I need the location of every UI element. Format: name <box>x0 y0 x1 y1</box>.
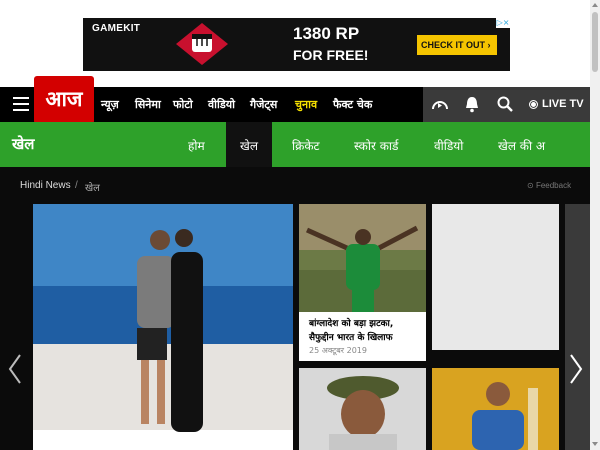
breadcrumb-separator: / <box>75 180 78 191</box>
nav-item-fact-check[interactable]: फैक्ट चेक <box>333 97 372 112</box>
live-tv-label: LIVE TV <box>542 98 584 110</box>
story-card[interactable] <box>432 368 559 450</box>
main-nav: आज तक न्यूज़ सिनेमा फोटो वीडियो गैजेट्स … <box>0 76 590 157</box>
site-logo[interactable]: आज तक <box>34 76 94 157</box>
tab-home[interactable]: होम <box>188 137 205 154</box>
nav-item-elections[interactable]: चुनाव <box>295 97 317 112</box>
nav-item-photo[interactable]: फोटो <box>173 97 193 112</box>
adchoices-icon[interactable]: ▷× <box>496 18 510 28</box>
feedback-icon: ⊙ <box>527 181 536 190</box>
chevron-left-icon[interactable] <box>6 352 24 386</box>
scrollbar-thumb[interactable] <box>592 12 598 72</box>
breadcrumb-home[interactable]: Hindi News <box>20 180 71 191</box>
story-card-partial[interactable] <box>565 204 590 450</box>
hero-story-card[interactable] <box>33 204 293 450</box>
scroll-up-icon[interactable] <box>592 3 598 7</box>
story-image <box>299 368 426 450</box>
breadcrumb-current: खेल <box>85 183 100 194</box>
story-card[interactable] <box>299 368 426 450</box>
nav-item-news[interactable]: न्यूज़ <box>101 97 119 112</box>
speedometer-icon <box>432 101 448 110</box>
ad-subline: FOR FREE! <box>293 47 369 63</box>
menu-icon[interactable] <box>13 97 29 111</box>
tab-cricket[interactable]: क्रिकेट <box>292 137 320 154</box>
scrollbar[interactable] <box>590 0 600 450</box>
story-image <box>299 204 426 312</box>
feedback-label: Feedback <box>535 181 572 190</box>
feedback-link[interactable]: ⊙ Feedback <box>527 181 571 190</box>
story-date: 25 अक्टूबर 2019 <box>309 346 367 355</box>
search-icon <box>497 96 513 112</box>
story-image <box>432 368 559 450</box>
live-tv-button[interactable]: LIVE TV <box>522 87 590 122</box>
search-button[interactable] <box>489 87 522 122</box>
section-title: खेल <box>12 135 35 153</box>
tab-scorecard[interactable]: स्कोर कार्ड <box>354 137 398 154</box>
ad-cta-button[interactable]: CHECK IT OUT › <box>417 35 497 55</box>
tab-sports[interactable]: खेल <box>240 137 258 154</box>
story-headline: बांग्लादेश को बड़ा झटका, सैफुद्दीन भारत … <box>309 319 394 343</box>
nav-item-cinema[interactable]: सिनेमा <box>135 97 161 112</box>
chevron-right-icon[interactable] <box>567 352 585 386</box>
nav-item-gadgets[interactable]: गैजेट्स <box>250 97 277 112</box>
tab-video[interactable]: वीडियो <box>434 137 463 154</box>
scroll-down-icon[interactable] <box>592 442 598 446</box>
ad-brand: GAMEKIT <box>92 23 141 34</box>
section-bar: खेल होम खेल क्रिकेट स्कोर कार्ड वीडियो ख… <box>0 122 590 167</box>
ad-banner[interactable]: GAMEKIT 1380 RP FOR FREE! CHECK IT OUT ›… <box>83 18 510 71</box>
story-card[interactable]: बांग्लादेश को बड़ा झटका, सैफुद्दीन भारत … <box>299 204 426 361</box>
live-dot-icon <box>529 99 538 109</box>
fist-icon <box>176 23 228 65</box>
story-card-placeholder[interactable] <box>432 204 559 350</box>
nav-item-video[interactable]: वीडियो <box>208 97 235 112</box>
ad-headline: 1380 RP <box>293 24 360 43</box>
bell-icon <box>466 97 478 113</box>
notification-button[interactable] <box>456 87 489 122</box>
tab-sports-more[interactable]: खेल की अ <box>498 137 545 154</box>
audio-button[interactable] <box>423 87 456 122</box>
hero-image <box>33 204 293 450</box>
